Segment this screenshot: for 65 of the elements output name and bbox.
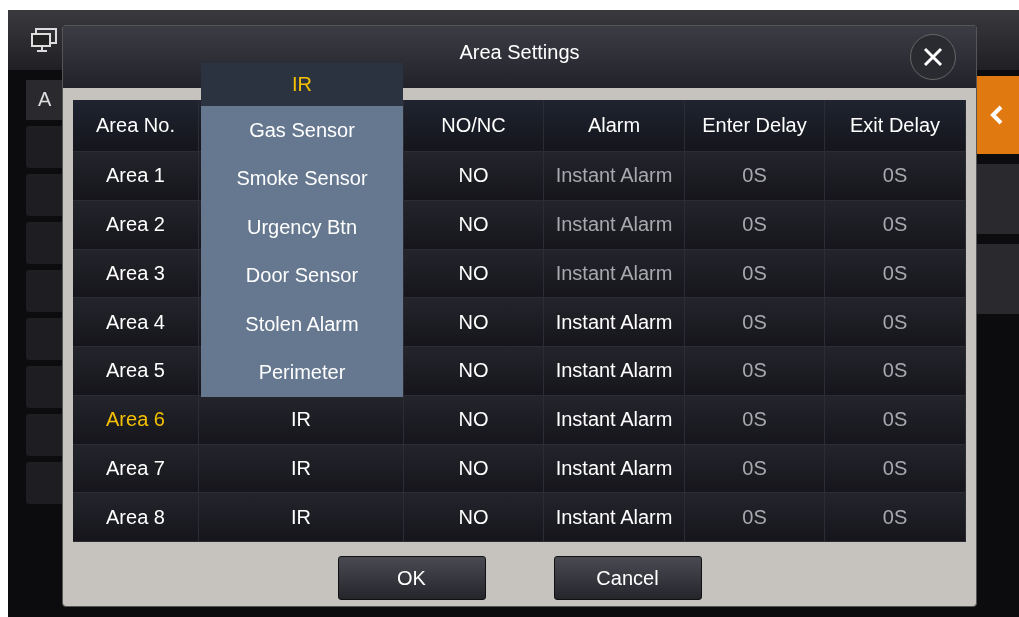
table-cell[interactable]: Instant Alarm xyxy=(544,395,685,445)
table-cell[interactable]: Instant Alarm xyxy=(544,152,685,201)
dropdown-option[interactable]: Smoke Sensor xyxy=(201,154,403,203)
close-icon xyxy=(922,46,944,68)
table-cell[interactable]: IR xyxy=(199,493,404,542)
dropdown-option[interactable]: Stolen Alarm xyxy=(201,300,403,349)
table-cell[interactable]: Area 1 xyxy=(73,152,199,201)
table-cell[interactable]: Instant Alarm xyxy=(544,200,685,250)
table-cell[interactable]: NO xyxy=(404,444,544,494)
table-cell[interactable]: 0S xyxy=(685,395,825,445)
table-cell[interactable]: Area 4 xyxy=(73,298,199,347)
table-cell[interactable]: Area 7 xyxy=(73,444,199,494)
table-cell[interactable]: NO xyxy=(404,395,544,445)
column-header: NO/NC xyxy=(404,100,544,152)
table-cell[interactable]: 0S xyxy=(685,152,825,201)
table-cell[interactable]: Instant Alarm xyxy=(544,493,685,542)
table-cell[interactable]: NO xyxy=(404,249,544,299)
table-cell[interactable]: Instant Alarm xyxy=(544,347,685,396)
column-header: Alarm xyxy=(544,100,685,152)
table-cell[interactable]: 0S xyxy=(825,298,966,347)
panel-bar xyxy=(975,244,1019,314)
table-cell[interactable]: IR xyxy=(199,444,404,494)
column-header: Exit Delay xyxy=(825,100,966,152)
table-cell[interactable]: 0S xyxy=(825,152,966,201)
table-cell[interactable]: Area 2 xyxy=(73,200,199,250)
table-cell[interactable]: 0S xyxy=(825,249,966,299)
table-cell[interactable]: NO xyxy=(404,152,544,201)
table-cell[interactable]: 0S xyxy=(685,493,825,542)
table-cell[interactable]: Instant Alarm xyxy=(544,298,685,347)
table-cell[interactable]: NO xyxy=(404,347,544,396)
table-cell[interactable]: NO xyxy=(404,298,544,347)
table-cell[interactable]: IR xyxy=(199,395,404,445)
table-cell[interactable]: NO xyxy=(404,200,544,250)
table-cell[interactable]: Instant Alarm xyxy=(544,444,685,494)
dropdown-option[interactable]: Urgency Btn xyxy=(201,203,403,252)
table-cell[interactable]: 0S xyxy=(825,444,966,494)
close-button[interactable] xyxy=(910,34,956,80)
table-cell[interactable]: 0S xyxy=(685,347,825,396)
table-cell[interactable]: NO xyxy=(404,493,544,542)
column-header: Area No. xyxy=(73,100,199,152)
table-cell[interactable]: Area 5 xyxy=(73,347,199,396)
table-cell[interactable]: 0S xyxy=(825,395,966,445)
panel-bar xyxy=(975,164,1019,234)
table-cell[interactable]: 0S xyxy=(825,493,966,542)
table-cell[interactable]: 0S xyxy=(685,249,825,299)
dropdown-option[interactable]: Gas Sensor xyxy=(201,106,403,155)
dialog-title: Area Settings xyxy=(459,40,580,64)
dropdown-option[interactable]: Perimeter xyxy=(201,348,403,397)
table-cell[interactable]: Area 6 xyxy=(73,395,199,445)
table-cell[interactable]: 0S xyxy=(685,444,825,494)
table-cell[interactable]: 0S xyxy=(685,298,825,347)
dropdown-option[interactable]: Door Sensor xyxy=(201,251,403,300)
table-cell[interactable]: 0S xyxy=(825,347,966,396)
monitor-icon xyxy=(30,27,58,53)
column-header: Enter Delay xyxy=(685,100,825,152)
table-cell[interactable]: Area 3 xyxy=(73,249,199,299)
dropdown-option[interactable]: IR xyxy=(201,63,403,106)
collapse-button[interactable] xyxy=(975,76,1019,154)
ok-button[interactable]: OK xyxy=(337,556,486,600)
table-cell[interactable]: 0S xyxy=(685,200,825,250)
table-cell[interactable]: Area 8 xyxy=(73,493,199,542)
cancel-button[interactable]: Cancel xyxy=(553,556,702,600)
chevron-left-icon xyxy=(990,105,1004,125)
table-cell[interactable]: 0S xyxy=(825,200,966,250)
table-cell[interactable]: Instant Alarm xyxy=(544,249,685,299)
